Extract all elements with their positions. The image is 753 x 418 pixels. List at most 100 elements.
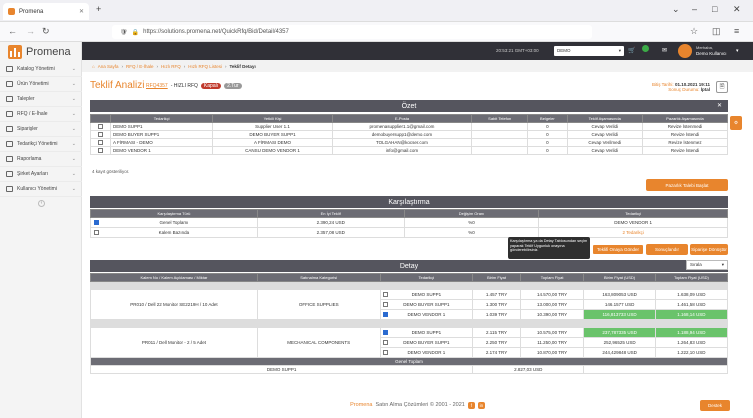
- row-checkbox-cell[interactable]: [90, 130, 111, 139]
- close-tab-icon[interactable]: ✕: [79, 8, 84, 15]
- detail-header: Detay: [90, 260, 728, 272]
- menu-item-icon: [6, 126, 13, 132]
- cart-icon[interactable]: 🛒: [628, 47, 635, 54]
- reload-icon[interactable]: ↻: [42, 26, 50, 37]
- sidebar-item[interactable]: Katalog Yönetimi ⌄: [0, 62, 82, 77]
- avatar[interactable]: [678, 44, 692, 58]
- promena-logo[interactable]: Promena: [8, 44, 78, 60]
- user-menu-chevron-icon[interactable]: ▾: [736, 48, 739, 54]
- breadcrumb-item[interactable]: Hızlı RFQ Listesi: [188, 64, 222, 69]
- row-checkbox[interactable]: [97, 132, 103, 138]
- home-icon[interactable]: ⌂: [92, 64, 95, 69]
- bookmark-star-icon[interactable]: ☆: [690, 26, 698, 37]
- column-header[interactable]: Teklif Aşamasında: [566, 114, 643, 123]
- row-checkbox[interactable]: [382, 350, 388, 355]
- column-header: En İyi Teklif: [256, 209, 405, 218]
- sidebar-item[interactable]: RFQ / E-İhale ⌄: [0, 107, 82, 122]
- user-name[interactable]: Demo Kullanıcı: [696, 51, 727, 56]
- table-cell: 244,429848 USD: [583, 347, 656, 358]
- cell-text: 1.638,09 USD: [677, 292, 706, 297]
- breadcrumb-item[interactable]: Hızlı RFQ: [161, 64, 181, 69]
- column-header[interactable]: Belgeler: [527, 114, 568, 123]
- column-header[interactable]: Sabit Telefon: [471, 114, 529, 123]
- rfq-code-link[interactable]: RFQ4357: [146, 83, 168, 89]
- table-cell: Revize İstendi: [641, 130, 729, 139]
- row-checkbox[interactable]: [97, 140, 103, 146]
- row-checkbox[interactable]: [94, 230, 99, 235]
- breadcrumb-item[interactable]: RFQ / E-İhale: [126, 64, 154, 69]
- cell-text: 1.168,14 USD: [677, 312, 706, 317]
- finalize-button[interactable]: Sonuçlandır: [646, 244, 688, 255]
- menu-icon[interactable]: ≡: [734, 26, 739, 36]
- comparison-header: Karşılaştırma: [90, 196, 728, 208]
- summary-title: Özet: [401, 102, 417, 110]
- group-divider: [90, 319, 728, 328]
- sidebar-item[interactable]: Raporlama ⌄: [0, 152, 82, 167]
- sidebar-item[interactable]: Ürün Yönetimi ⌄: [0, 77, 82, 92]
- row-checkbox[interactable]: [382, 340, 388, 345]
- row-checkbox[interactable]: [97, 124, 103, 130]
- settings-gear-icon[interactable]: ⚙: [730, 116, 742, 130]
- bargain-button[interactable]: Pazarlık Talebi Başlat: [646, 179, 728, 191]
- cell-text: 2.390,24 USD: [316, 220, 345, 225]
- linkedin-icon[interactable]: in: [477, 401, 485, 409]
- chevron-down-icon: ⌄: [71, 66, 76, 72]
- convert-order-button[interactable]: Siparişe Dönüştür: [690, 244, 728, 255]
- table-cell: info@gmail.com: [331, 146, 473, 155]
- table-cell: 146.1577 USD: [583, 299, 656, 310]
- select-all-checkbox[interactable]: [90, 114, 111, 123]
- menu-item-icon: [6, 186, 13, 192]
- spacer-row: [90, 281, 728, 290]
- sidebar-item[interactable]: Kullanıcı Yönetimi ⌄: [0, 182, 82, 197]
- new-tab-icon[interactable]: +: [96, 4, 101, 14]
- column-header[interactable]: Tedarikçi: [109, 114, 214, 123]
- row-checkbox[interactable]: [382, 302, 388, 307]
- messages-icon[interactable]: ✉: [662, 47, 667, 54]
- company-select[interactable]: DEMO ▾: [554, 46, 624, 56]
- footer-brand: Promena: [350, 402, 373, 408]
- browser-tab[interactable]: Promena ✕: [3, 3, 89, 20]
- sidebar-item[interactable]: Talepler ⌄: [0, 92, 82, 107]
- row-checkbox-cell[interactable]: [90, 146, 111, 155]
- back-icon[interactable]: ←: [8, 26, 17, 36]
- maximize-icon[interactable]: □: [712, 4, 717, 14]
- url-field[interactable]: 🛡 🔒 https://solutions.promena.net/QuickRfq…: [112, 25, 592, 39]
- support-button[interactable]: Destek: [700, 400, 730, 411]
- sidebar-item[interactable]: Siparişler ⌄: [0, 122, 82, 137]
- row-checkbox[interactable]: [94, 220, 99, 225]
- facebook-icon[interactable]: f: [467, 401, 475, 409]
- row-checkbox-cell[interactable]: [90, 122, 111, 131]
- close-window-icon[interactable]: ✕: [733, 4, 741, 15]
- comparison-header-row: Karşılaştırma Türü En İyi Teklif Değişim O…: [90, 209, 728, 218]
- cell-text: 146.1577 USD: [604, 302, 635, 307]
- sort-select[interactable]: Sırala ▾: [686, 260, 728, 270]
- table-cell: Revize İstenmedi: [641, 122, 729, 131]
- forward-icon[interactable]: →: [26, 26, 35, 36]
- tab-list-icon[interactable]: ⌄: [672, 4, 680, 15]
- sidebar-item[interactable]: Şirket Ayarları ⌄: [0, 167, 82, 182]
- sidebar-collapse-icon[interactable]: ‹: [38, 200, 45, 207]
- column-header[interactable]: Pazarlık Aşamasında: [641, 114, 729, 123]
- cell-text: 1.039 TRY: [485, 312, 508, 317]
- column-header[interactable]: Yetkili Kişi: [212, 114, 333, 123]
- column-header[interactable]: E-Posta: [331, 114, 473, 123]
- row-checkbox[interactable]: [382, 292, 388, 297]
- record-count: 4 kayıt gösteriliyor.: [92, 169, 130, 174]
- table-cell: A FİRMASI - DEMO: [109, 138, 214, 147]
- total-supplier: DEMO SUPP1: [89, 365, 474, 374]
- sidebar-item-label: Raporlama: [17, 156, 42, 162]
- row-checkbox[interactable]: [382, 330, 388, 335]
- table-cell: 1.638,09 USD: [654, 289, 729, 300]
- pocket-icon[interactable]: ◫: [712, 26, 721, 37]
- send-approval-button[interactable]: Teklifi Onaya Gönder: [592, 244, 644, 255]
- breadcrumb-item[interactable]: Ana Sayfa: [98, 64, 119, 69]
- cell-text: 11.250,00 TRY: [537, 340, 567, 345]
- detail-table: Kalem No / Kalem Açıklaması / Miktar Satı…: [89, 273, 729, 374]
- minimize-icon[interactable]: –: [692, 4, 697, 14]
- row-checkbox-cell[interactable]: [90, 138, 111, 147]
- sidebar-item[interactable]: Tedarikçi Yönetimi ⌄: [0, 137, 82, 152]
- export-icon[interactable]: 🗎: [716, 81, 728, 93]
- row-checkbox[interactable]: [382, 312, 388, 317]
- collapse-icon[interactable]: ✕: [717, 102, 722, 109]
- row-checkbox[interactable]: [97, 148, 103, 154]
